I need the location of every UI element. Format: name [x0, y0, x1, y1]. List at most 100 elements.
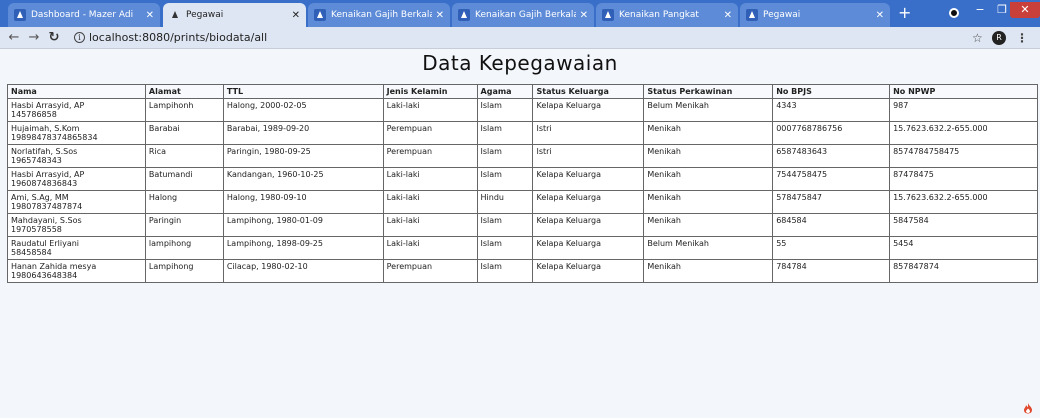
no-npwp-cell: 987 [889, 98, 1038, 122]
status-perkawinan-cell: Menikah [643, 213, 774, 237]
employee-nip: 19898478374865834 [11, 133, 98, 142]
nama-cell: Norlatifah, S.Sos 1965748343 [7, 144, 146, 168]
info-icon[interactable]: i [74, 32, 85, 43]
employee-nip: 1960874836843 [11, 179, 78, 188]
no-npwp-cell: 5454 [889, 236, 1038, 260]
agama-cell: Islam [476, 121, 534, 145]
forward-arrow-icon[interactable]: → [24, 30, 44, 45]
employee-nip: 1980643648384 [11, 271, 78, 280]
employee-name: Raudatul Erliyani [11, 239, 80, 248]
agama-cell: Islam [476, 213, 534, 237]
tab-title: Pegawai [763, 10, 801, 20]
agama-cell: Islam [476, 259, 534, 283]
column-header-nama: Nama [7, 84, 146, 99]
tab-kenaikan-gajih-2[interactable]: Kenaikan Gajih Berkala ✕ [452, 3, 594, 27]
jenis-kelamin-cell: Laki-laki [382, 190, 478, 214]
employee-name: Hujaimah, S.Kom [11, 124, 80, 133]
status-keluarga-cell: Kelapa Keluarga [532, 190, 645, 214]
ttl-cell: Lampihong, 1980-01-09 [222, 213, 384, 237]
bookmark-star-icon[interactable]: ☆ [972, 31, 983, 45]
jenis-kelamin-cell: Laki-laki [382, 98, 478, 122]
browser-menu-icon[interactable]: ⋮ [1016, 31, 1028, 45]
table-row: Mahdayani, S.Sos 1970578558 Paringin Lampih… [7, 213, 1038, 237]
nama-cell: Mahdayani, S.Sos 1970578558 [7, 213, 146, 237]
no-bpjs-cell: 684584 [772, 213, 891, 237]
page-content: Data Kepegawaian Nama Alamat TTL Jenis K… [0, 49, 1040, 418]
jenis-kelamin-cell: Perempuan [382, 259, 478, 283]
site-favicon-icon [602, 9, 614, 21]
nama-cell: Hujaimah, S.Kom 19898478374865834 [7, 121, 146, 145]
column-header-ttl: TTL [222, 84, 384, 99]
reload-icon[interactable]: ↻ [44, 30, 64, 45]
column-header-jenis-kelamin: Jenis Kelamin [382, 84, 478, 99]
ttl-cell: Barabai, 1989-09-20 [222, 121, 384, 145]
agama-cell: Islam [476, 98, 534, 122]
tab-pegawai[interactable]: Pegawai ✕ [740, 3, 890, 27]
agama-cell: Islam [476, 236, 534, 260]
jenis-kelamin-cell: Perempuan [382, 121, 478, 145]
column-header-no-bpjs: No BPJS [772, 84, 891, 99]
new-tab-button[interactable]: + [898, 4, 911, 22]
back-arrow-icon[interactable]: ← [4, 30, 24, 45]
url-input[interactable]: localhost:8080/prints/biodata/all [89, 31, 267, 44]
close-tab-icon[interactable]: ✕ [724, 10, 732, 21]
tab-kenaikan-gajih-1[interactable]: Kenaikan Gajih Berkala ✕ [308, 3, 450, 27]
status-perkawinan-cell: Belum Menikah [643, 98, 774, 122]
profile-avatar[interactable]: R [992, 30, 1006, 45]
no-npwp-cell: 857847874 [889, 259, 1038, 283]
nama-cell: Hasbi Arrasyid, AP 145786858 [7, 98, 146, 122]
jenis-kelamin-cell: Perempuan [382, 144, 478, 168]
table-row: Raudatul Erliyani 58458584 lampihong Lampih… [7, 236, 1038, 260]
no-bpjs-cell: 578475847 [772, 190, 891, 214]
minimize-window-button[interactable]: − [968, 2, 992, 18]
no-npwp-cell: 15.7623.632.2-655.000 [889, 190, 1038, 214]
tab-kenaikan-pangkat[interactable]: Kenaikan Pangkat ✕ [596, 3, 738, 27]
status-keluarga-cell: Kelapa Keluarga [532, 167, 645, 191]
column-header-agama: Agama [476, 84, 534, 99]
close-tab-icon[interactable]: ✕ [876, 10, 884, 21]
status-perkawinan-cell: Menikah [643, 190, 774, 214]
ttl-cell: Cilacap, 1980-02-10 [222, 259, 384, 283]
employee-name: Hanan Zahida mesya [11, 262, 97, 271]
alamat-cell: lampihong [144, 236, 224, 260]
browser-tab-strip: Dashboard - Mazer Adi ✕ Pegawai ✕ Kenaik… [0, 0, 1040, 27]
close-window-button[interactable]: ✕ [1010, 2, 1040, 18]
employee-name: Hasbi Arrasyid, AP [11, 170, 85, 179]
employee-nip: 1970578558 [11, 225, 62, 234]
ttl-cell: Kandangan, 1960-10-25 [222, 167, 384, 191]
employee-name: Ami, S.Ag, MM [11, 193, 69, 202]
employee-name: Hasbi Arrasyid, AP [11, 101, 85, 110]
alamat-cell: Lampihonh [144, 98, 224, 122]
tab-dashboard[interactable]: Dashboard - Mazer Adi ✕ [8, 3, 160, 27]
site-favicon-icon [746, 9, 758, 21]
table-row: Hasbi Arrasyid, AP 145786858 Lampihonh Halo… [7, 98, 1038, 122]
no-bpjs-cell: 55 [772, 236, 891, 260]
close-tab-icon[interactable]: ✕ [436, 10, 444, 21]
agama-cell: Hindu [476, 190, 534, 214]
tab-title: Kenaikan Gajih Berkala [475, 10, 576, 20]
table-row: Hanan Zahida mesya 1980643648384 Lampihong… [7, 259, 1038, 283]
table-header-row: Nama Alamat TTL Jenis Kelamin Agama Stat… [7, 84, 1038, 99]
jenis-kelamin-cell: Laki-laki [382, 167, 478, 191]
tab-pegawai-active[interactable]: Pegawai ✕ [163, 3, 306, 27]
status-perkawinan-cell: Menikah [643, 167, 774, 191]
no-bpjs-cell: 7544758475 [772, 167, 891, 191]
tab-title: Kenaikan Gajih Berkala [331, 10, 432, 20]
column-header-alamat: Alamat [144, 84, 224, 99]
address-bar: ← → ↻ i localhost:8080/prints/biodata/al… [0, 27, 1040, 49]
close-tab-icon[interactable]: ✕ [292, 10, 300, 21]
alamat-cell: Halong [144, 190, 224, 214]
no-npwp-cell: 87478475 [889, 167, 1038, 191]
recording-indicator-icon [949, 8, 959, 18]
site-favicon-icon [458, 9, 470, 21]
close-tab-icon[interactable]: ✕ [146, 10, 154, 21]
status-keluarga-cell: Kelapa Keluarga [532, 259, 645, 283]
column-header-status-perkawinan: Status Perkawinan [643, 84, 774, 99]
no-bpjs-cell: 6587483643 [772, 144, 891, 168]
status-perkawinan-cell: Belum Menikah [643, 236, 774, 260]
status-keluarga-cell: Kelapa Keluarga [532, 98, 645, 122]
nama-cell: Hasbi Arrasyid, AP 1960874836843 [7, 167, 146, 191]
close-tab-icon[interactable]: ✕ [580, 10, 588, 21]
employee-nip: 145786858 [11, 110, 57, 119]
ttl-cell: Halong, 2000-02-05 [222, 98, 384, 122]
